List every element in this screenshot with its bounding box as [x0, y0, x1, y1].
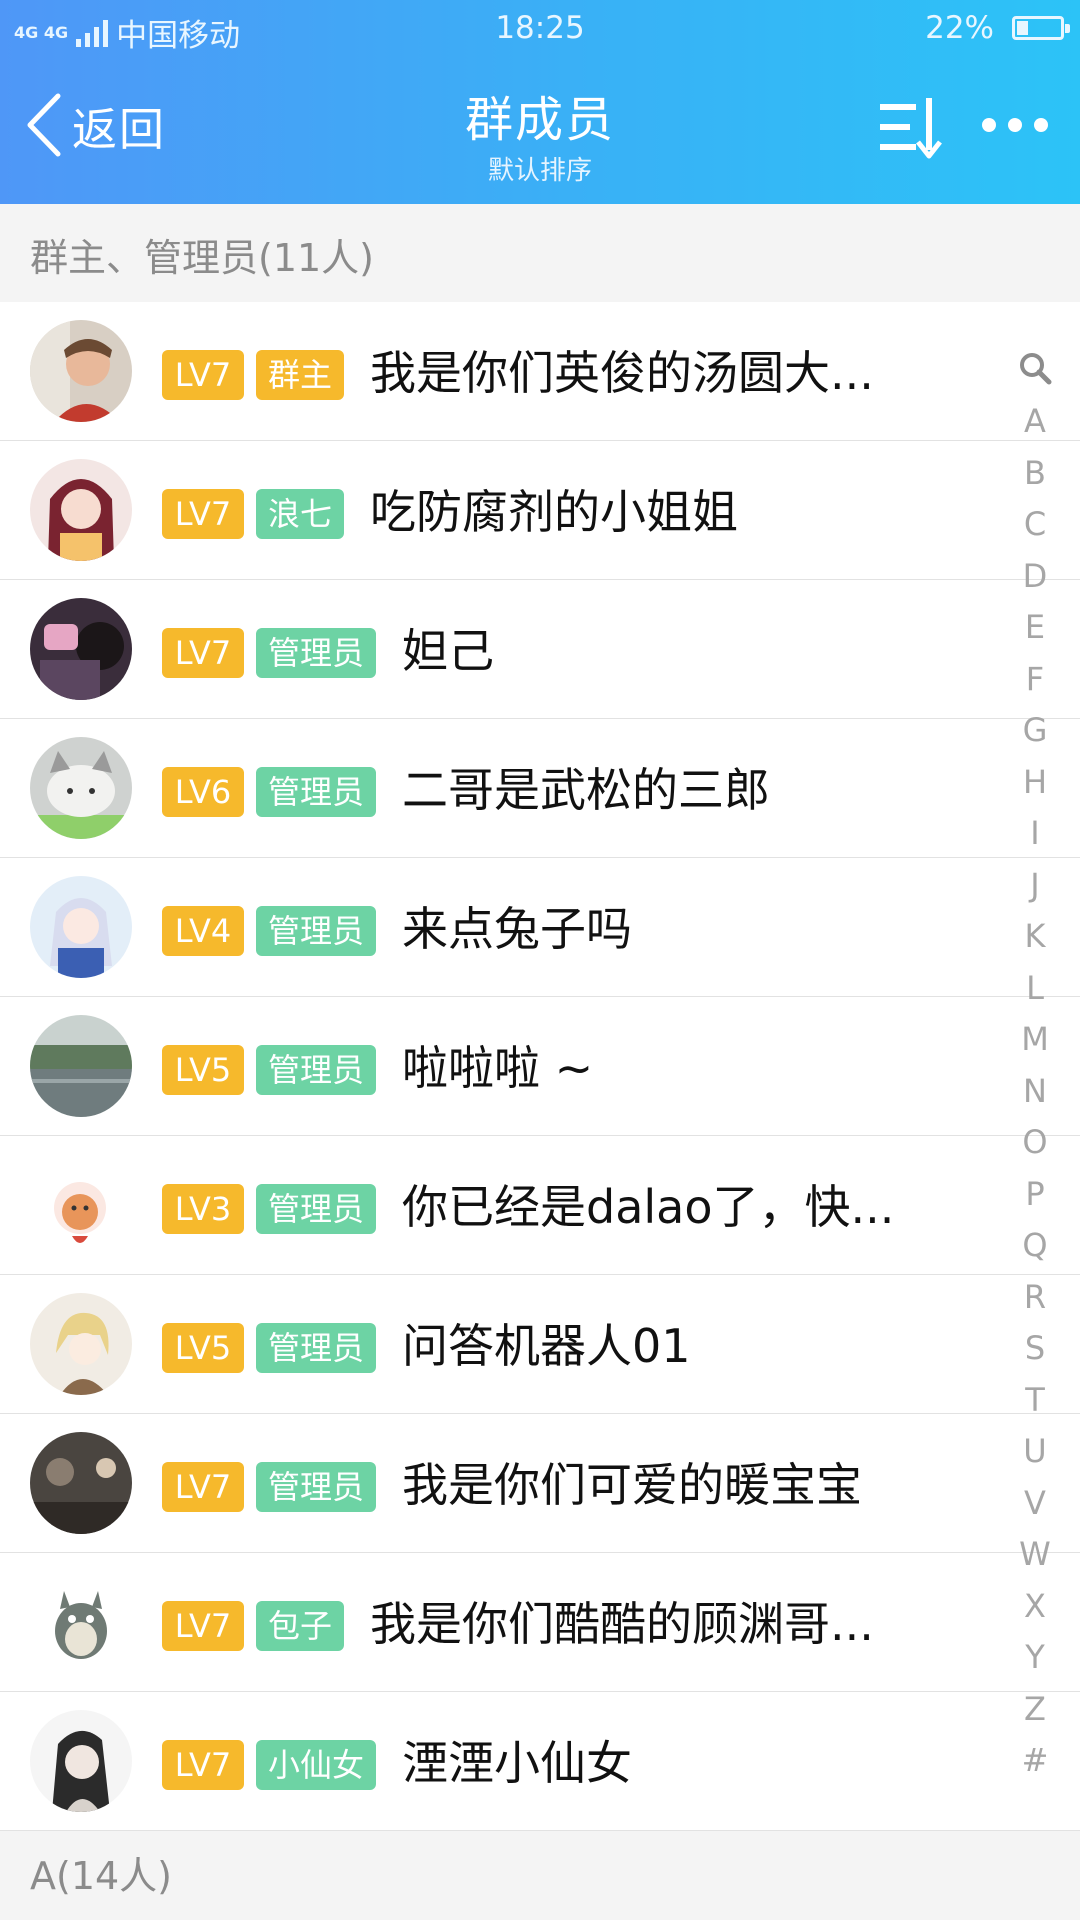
index-letter-n[interactable]: N	[1010, 1071, 1060, 1111]
member-list[interactable]: 群主、管理员(11人) LV7 群主 我是你们英俊的汤圆大... LV7 浪七 …	[0, 204, 1080, 1920]
avatar	[30, 459, 132, 561]
avatar	[30, 320, 132, 422]
role-badge: 管理员	[256, 1184, 377, 1234]
alphabet-index-bar[interactable]: A B C D E F G H I J K L M N O P Q R S T U V W X Y Z #	[1010, 345, 1060, 1785]
index-letter-r[interactable]: R	[1010, 1277, 1060, 1317]
avatar	[30, 737, 132, 839]
member-name: 我是你们英俊的汤圆大...	[370, 346, 874, 400]
index-letter-f[interactable]: F	[1010, 659, 1060, 699]
index-letter-t[interactable]: T	[1010, 1380, 1060, 1420]
level-badge: LV7	[162, 628, 244, 678]
avatar	[30, 1015, 132, 1117]
index-letter-v[interactable]: V	[1010, 1483, 1060, 1523]
index-letter-w[interactable]: W	[1010, 1534, 1060, 1574]
level-badge: LV7	[162, 350, 244, 400]
role-badge: 浪七	[256, 489, 345, 539]
avatar	[30, 1293, 132, 1395]
owner-badge: 群主	[256, 350, 345, 400]
member-name: 问答机器人01	[402, 1319, 691, 1373]
section-header-admins: 群主、管理员(11人)	[0, 214, 1080, 302]
status-time: 18:25	[495, 10, 585, 46]
avatar	[30, 1710, 132, 1812]
index-letter-m[interactable]: M	[1010, 1019, 1060, 1059]
index-letter-i[interactable]: I	[1010, 813, 1060, 853]
index-letter-e[interactable]: E	[1010, 607, 1060, 647]
more-icon[interactable]	[980, 110, 1050, 140]
level-badge: LV7	[162, 1462, 244, 1512]
member-name: 二哥是武松的三郎	[402, 763, 770, 817]
index-letter-b[interactable]: B	[1010, 453, 1060, 493]
index-letter-y[interactable]: Y	[1010, 1637, 1060, 1677]
level-badge: LV5	[162, 1323, 244, 1373]
index-letter-s[interactable]: S	[1010, 1328, 1060, 1368]
member-row[interactable]: LV7 群主 我是你们英俊的汤圆大...	[0, 302, 1080, 441]
member-row[interactable]: LV3 管理员 你已经是dalao了，快...	[0, 1136, 1080, 1275]
level-badge: LV3	[162, 1184, 244, 1234]
index-letter-c[interactable]: C	[1010, 504, 1060, 544]
member-name: 湮湮小仙女	[402, 1736, 632, 1790]
member-row[interactable]: LV7 浪七 吃防腐剂的小姐姐	[0, 441, 1080, 580]
role-badge: 管理员	[256, 906, 377, 956]
index-letter-hash[interactable]: #	[1010, 1740, 1060, 1780]
index-letter-p[interactable]: P	[1010, 1174, 1060, 1214]
index-letter-g[interactable]: G	[1010, 710, 1060, 750]
index-letter-j[interactable]: J	[1010, 865, 1060, 905]
role-badge: 管理员	[256, 1462, 377, 1512]
status-bar: 4G 4G 中国移动 18:25 22%	[0, 0, 1080, 56]
index-letter-o[interactable]: O	[1010, 1122, 1060, 1162]
level-badge: LV7	[162, 1740, 244, 1790]
level-badge: LV5	[162, 1045, 244, 1095]
member-row[interactable]: LV7 管理员 我是你们可爱的暖宝宝	[0, 1414, 1080, 1553]
member-name: 啦啦啦 ~	[402, 1041, 594, 1095]
role-badge: 管理员	[256, 1323, 377, 1373]
member-row[interactable]: LV5 管理员 问答机器人01	[0, 1275, 1080, 1414]
sort-icon[interactable]	[878, 96, 946, 160]
index-letter-l[interactable]: L	[1010, 968, 1060, 1008]
member-name: 我是你们可爱的暖宝宝	[402, 1458, 862, 1512]
role-badge: 管理员	[256, 767, 377, 817]
member-name: 吃防腐剂的小姐姐	[370, 485, 738, 539]
role-badge: 包子	[256, 1601, 345, 1651]
battery-icon	[1012, 16, 1070, 40]
level-badge: LV4	[162, 906, 244, 956]
role-badge: 管理员	[256, 1045, 377, 1095]
avatar	[30, 1432, 132, 1534]
index-letter-q[interactable]: Q	[1010, 1225, 1060, 1265]
member-row[interactable]: LV5 管理员 啦啦啦 ~	[0, 997, 1080, 1136]
member-name: 我是你们酷酷的顾渊哥...	[370, 1597, 874, 1651]
avatar	[30, 1571, 132, 1673]
member-row[interactable]: LV6 管理员 二哥是武松的三郎	[0, 719, 1080, 858]
level-badge: LV7	[162, 1601, 244, 1651]
index-letter-u[interactable]: U	[1010, 1431, 1060, 1471]
index-letter-h[interactable]: H	[1010, 762, 1060, 802]
member-name: 你已经是dalao了，快...	[402, 1180, 895, 1234]
index-letter-z[interactable]: Z	[1010, 1689, 1060, 1729]
member-row[interactable]: LV7 管理员 妲己	[0, 580, 1080, 719]
member-row[interactable]: LV4 管理员 来点兔子吗	[0, 858, 1080, 997]
section-header-a: A(14人)	[0, 1832, 1080, 1920]
battery-percent: 22%	[925, 10, 994, 46]
index-letter-k[interactable]: K	[1010, 916, 1060, 956]
avatar	[30, 598, 132, 700]
top-header: 4G 4G 中国移动 18:25 22% 返回 群成员 默认排序	[0, 0, 1080, 204]
index-letter-x[interactable]: X	[1010, 1586, 1060, 1626]
avatar	[30, 876, 132, 978]
member-name: 妲己	[402, 624, 494, 678]
member-row[interactable]: LV7 包子 我是你们酷酷的顾渊哥...	[0, 1553, 1080, 1692]
member-row[interactable]: LV7 小仙女 湮湮小仙女	[0, 1692, 1080, 1831]
member-name: 来点兔子吗	[402, 902, 632, 956]
role-badge: 小仙女	[256, 1740, 377, 1790]
level-badge: LV6	[162, 767, 244, 817]
index-letter-d[interactable]: D	[1010, 556, 1060, 596]
role-badge: 管理员	[256, 628, 377, 678]
index-letter-a[interactable]: A	[1010, 401, 1060, 441]
level-badge: LV7	[162, 489, 244, 539]
search-icon[interactable]	[1018, 351, 1052, 385]
avatar	[30, 1154, 132, 1256]
